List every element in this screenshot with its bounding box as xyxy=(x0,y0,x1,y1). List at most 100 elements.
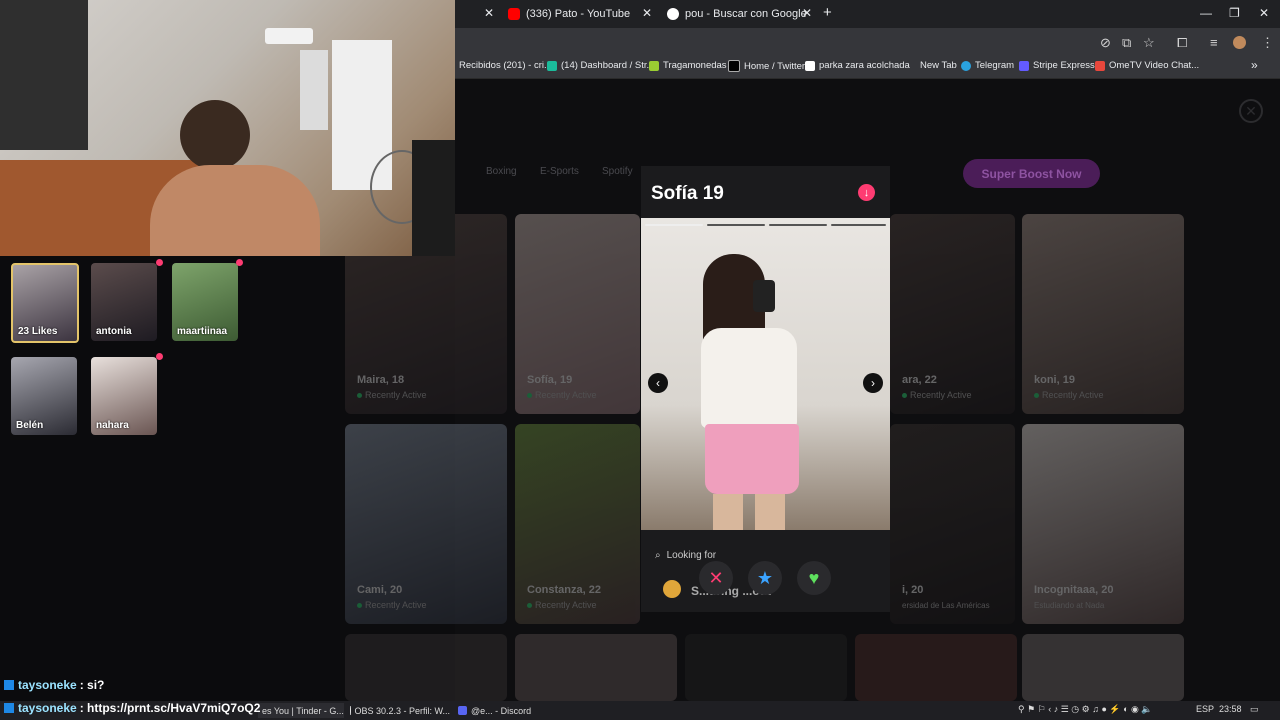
close-tab-icon[interactable]: ✕ xyxy=(642,6,652,20)
taskbar-item[interactable]: es You | Tinder - G... xyxy=(258,703,344,718)
menu-icon[interactable]: ⋮ xyxy=(1261,35,1274,51)
profile-card[interactable] xyxy=(685,634,847,701)
chat-username: taysoneke xyxy=(18,701,77,715)
close-tab-icon[interactable]: ✕ xyxy=(802,6,812,20)
restore-icon[interactable]: ❐ xyxy=(1229,6,1240,20)
photo-top xyxy=(701,328,797,428)
bookmark-item[interactable]: parka zara acolchada xyxy=(805,60,910,71)
profile-card[interactable]: Incognitaaa, 20 Estudiando at Nada xyxy=(1022,424,1184,624)
like-thumbnail[interactable]: maartiinaa xyxy=(172,263,238,341)
eye-off-icon[interactable]: ⊘ xyxy=(1100,35,1111,51)
bookmark-item[interactable]: Home / Twitter xyxy=(728,60,805,72)
filter-chip[interactable]: Spotify xyxy=(602,166,633,177)
photo-progress-segment xyxy=(831,224,886,226)
photo-leg xyxy=(713,494,743,530)
zara-icon xyxy=(805,60,815,71)
photo-progress-segment xyxy=(707,224,765,226)
youtube-icon xyxy=(508,8,520,20)
photo-skirt xyxy=(705,424,799,494)
new-like-dot xyxy=(236,259,243,266)
super-like-button[interactable]: ★ xyxy=(748,561,782,595)
looking-for-section: ⌕ Looking for xyxy=(655,550,716,561)
nope-button[interactable]: ✕ xyxy=(699,561,733,595)
minimize-icon[interactable]: — xyxy=(1200,6,1212,20)
super-boost-button[interactable]: Super Boost Now xyxy=(963,159,1100,188)
ometv-icon xyxy=(1095,60,1105,71)
profile-modal: Sofía 19 ↓ ‹ › ⌕ Looking for S...uring .… xyxy=(641,166,890,612)
like-button[interactable]: ♥ xyxy=(797,561,831,595)
discord-icon xyxy=(458,706,467,715)
bookmark-item[interactable]: Tragamonedas xyxy=(649,60,727,71)
likes-count: 23 Likes xyxy=(18,326,58,337)
likes-thumbnail[interactable]: 23 Likes xyxy=(11,263,79,343)
taskbar-item[interactable]: OBS 30.2.3 - Perfil: W... xyxy=(346,703,450,718)
profile-card[interactable]: Cami, 20 Recently Active xyxy=(345,424,507,624)
avatar[interactable] xyxy=(1233,36,1246,49)
person-head xyxy=(180,100,250,170)
previous-photo-button[interactable]: ‹ xyxy=(648,373,668,393)
air-conditioner xyxy=(265,28,313,44)
like-thumbnail[interactable]: Belén xyxy=(11,357,77,435)
chat-username: taysoneke xyxy=(18,678,77,692)
tab-label: pou - Buscar con Google xyxy=(685,8,807,20)
close-window-icon[interactable]: ✕ xyxy=(1259,6,1269,20)
photo-progress-segment xyxy=(645,224,703,226)
new-like-dot xyxy=(156,259,163,266)
card-status: Recently Active xyxy=(1034,390,1104,400)
profile-card[interactable]: koni, 19 Recently Active xyxy=(1022,214,1184,414)
looking-for-label: Looking for xyxy=(666,550,717,561)
star-icon[interactable]: ☆ xyxy=(1143,35,1155,51)
profile-card[interactable] xyxy=(855,634,1017,701)
profile-card[interactable]: Sofía, 19 Recently Active xyxy=(515,214,640,414)
tab-google[interactable]: pou - Buscar con Google xyxy=(667,0,807,28)
tray-icons[interactable]: ⚲ ⚑ ⚐ ‹ ♪ ☰ ◷ ⚙ ♫ ● ⚡ ◐ ◉ 🔈 xyxy=(1018,704,1153,715)
shoe-shelf xyxy=(300,50,328,130)
card-name: Constanza, 22 xyxy=(527,584,601,596)
photo-phone xyxy=(753,280,775,312)
profile-card[interactable]: i, 20 ersidad de Las Américas xyxy=(890,424,1015,624)
profile-card[interactable] xyxy=(515,634,677,701)
like-name: maartiinaa xyxy=(177,326,228,337)
next-photo-button[interactable]: › xyxy=(863,373,883,393)
tab-youtube[interactable]: (336) Pato - YouTube xyxy=(508,0,630,28)
bookmark-item[interactable]: Recibidos (201) - cri... xyxy=(459,60,552,71)
close-tab-icon[interactable]: ✕ xyxy=(484,6,494,20)
telegram-icon xyxy=(961,60,971,71)
like-thumbnail[interactable]: antonia xyxy=(91,263,157,341)
bookmarks-overflow-button[interactable]: » xyxy=(1251,58,1258,72)
cast-icon[interactable]: ⧉ xyxy=(1122,35,1131,51)
profile-card[interactable]: Constanza, 22 Recently Active xyxy=(515,424,640,624)
notifications-icon[interactable]: ▭ xyxy=(1250,704,1259,715)
bookmark-label: parka zara acolchada xyxy=(819,60,910,71)
taskbar-label: es You | Tinder - G... xyxy=(262,705,344,716)
filter-chip[interactable]: E-Sports xyxy=(540,166,579,177)
close-icon[interactable]: ✕ xyxy=(1239,99,1263,123)
taskbar-item[interactable]: @e... - Discord xyxy=(454,703,548,718)
profile-card[interactable] xyxy=(1022,634,1184,701)
like-name: antonia xyxy=(96,326,132,337)
media-icon[interactable]: ≡ xyxy=(1210,35,1218,50)
profile-card[interactable]: ara, 22 Recently Active xyxy=(890,214,1015,414)
extensions-icon[interactable]: ⧠ xyxy=(1177,35,1187,51)
filter-chip[interactable]: Boxing xyxy=(486,166,517,177)
card-name: Cami, 20 xyxy=(357,584,403,596)
new-tab-button[interactable]: + xyxy=(823,4,832,21)
bookmarks-bar: Recibidos (201) - cri... (14) Dashboard … xyxy=(455,56,1280,79)
like-thumbnail[interactable]: nahara xyxy=(91,357,157,435)
bookmark-item[interactable]: New Tab xyxy=(920,60,957,71)
bookmark-item[interactable]: (14) Dashboard / Str... xyxy=(547,60,654,71)
moderator-badge-icon xyxy=(4,680,14,690)
webcam-dark-corner xyxy=(0,0,88,150)
bookmark-item[interactable]: OmeTV Video Chat... xyxy=(1095,60,1199,71)
card-status: Recently Active xyxy=(527,600,597,610)
slot-icon xyxy=(649,60,659,71)
chat-text: : si? xyxy=(79,678,105,692)
bookmark-item[interactable]: Telegram xyxy=(961,60,1014,71)
card-status: Recently Active xyxy=(527,390,597,400)
bookmark-item[interactable]: Stripe Express xyxy=(1019,60,1095,71)
profile-card[interactable] xyxy=(345,634,507,701)
clock[interactable]: 23:58 xyxy=(1219,704,1242,714)
arrow-down-icon[interactable]: ↓ xyxy=(858,184,875,201)
profile-photo[interactable]: ‹ › xyxy=(641,218,890,530)
language-indicator[interactable]: ESP xyxy=(1196,704,1214,714)
